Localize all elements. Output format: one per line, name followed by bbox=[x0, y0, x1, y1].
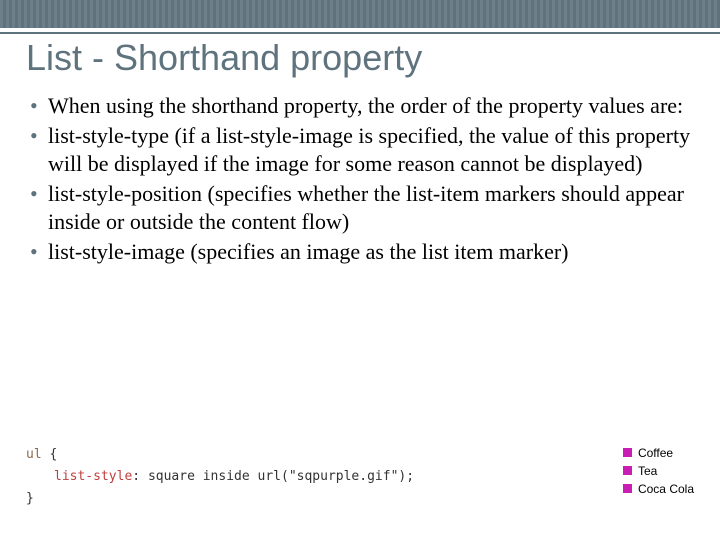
list-item: Coca Cola bbox=[623, 480, 694, 498]
rendered-example-list: Coffee Tea Coca Cola bbox=[623, 444, 694, 498]
code-colon: : bbox=[132, 469, 140, 484]
code-value: square inside url("sqpurple.gif") bbox=[148, 469, 406, 484]
list-item-label: Coffee bbox=[638, 444, 673, 462]
code-snippet: ul { list-style: square inside url("sqpu… bbox=[26, 444, 414, 510]
list-item-label: Coca Cola bbox=[638, 480, 694, 498]
code-selector: ul bbox=[26, 447, 42, 462]
list-item: When using the shorthand property, the o… bbox=[26, 92, 694, 120]
slide-title: List - Shorthand property bbox=[26, 38, 694, 78]
square-bullet-icon bbox=[623, 484, 632, 493]
bottom-row: ul { list-style: square inside url("sqpu… bbox=[26, 444, 694, 510]
square-bullet-icon bbox=[623, 448, 632, 457]
list-item: list-style-type (if a list-style-image i… bbox=[26, 122, 694, 178]
list-item-label: Tea bbox=[638, 462, 657, 480]
code-brace-close: } bbox=[26, 491, 34, 506]
list-item: Coffee bbox=[623, 444, 694, 462]
square-bullet-icon bbox=[623, 466, 632, 475]
code-property: list-style bbox=[54, 469, 132, 484]
bullet-list: When using the shorthand property, the o… bbox=[26, 92, 694, 267]
code-brace-open: { bbox=[49, 447, 57, 462]
slide-content: List - Shorthand property When using the… bbox=[0, 0, 720, 540]
list-item: Tea bbox=[623, 462, 694, 480]
code-semicolon: ; bbox=[406, 469, 414, 484]
list-item: list-style-position (specifies whether t… bbox=[26, 180, 694, 236]
list-item: list-style-image (specifies an image as … bbox=[26, 238, 694, 266]
